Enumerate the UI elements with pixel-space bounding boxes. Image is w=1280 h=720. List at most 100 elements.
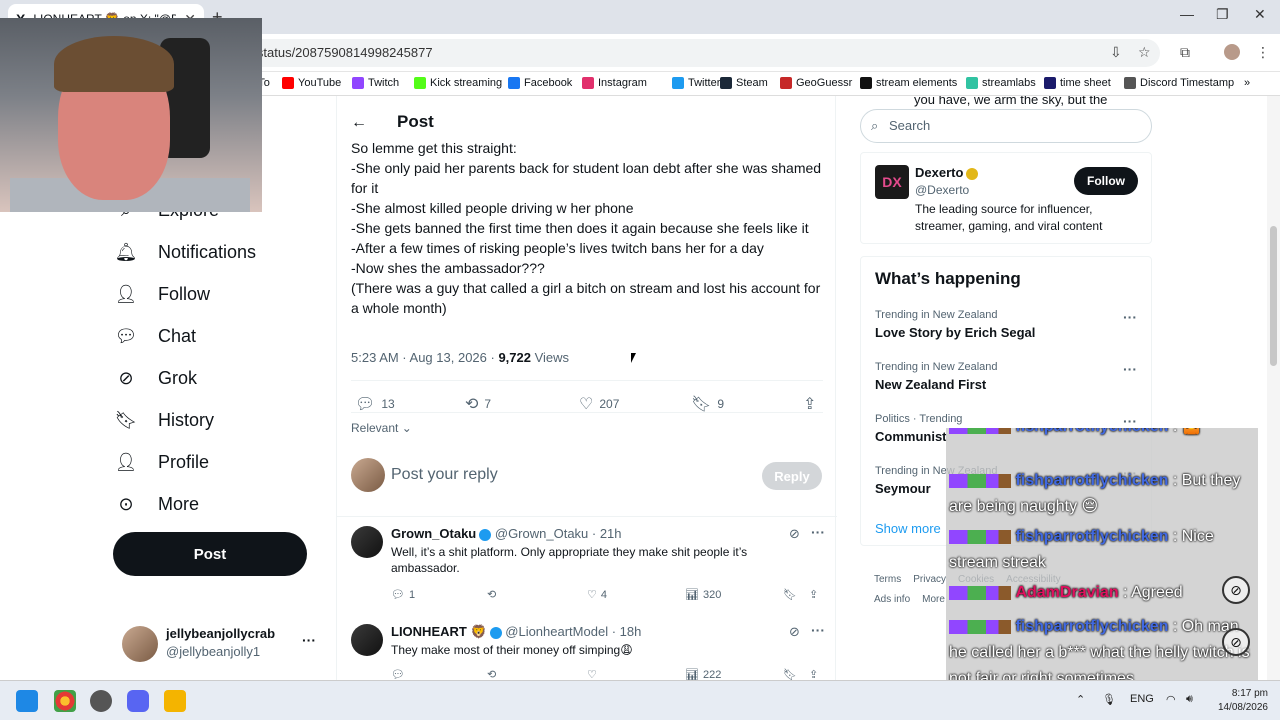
bookmark-item[interactable]: Steam (720, 77, 768, 89)
grok-icon[interactable]: ⊘ (789, 526, 800, 542)
reply-button[interactable]: Reply (762, 462, 822, 490)
nav-item-follow[interactable]: 👤︎ Follow (112, 284, 210, 305)
microphone-icon[interactable]: 🎙︎ (1102, 693, 1116, 706)
bookmark-item[interactable]: Facebook (508, 77, 572, 89)
repost-action[interactable]: ⟲ 7 (465, 394, 491, 414)
reply-action[interactable]: 💬︎ 1 (391, 588, 415, 602)
volume-icon[interactable]: 🔊︎ (1186, 693, 1193, 706)
reply-author[interactable]: Grown_Otaku @Grown_Otaku · 21h (391, 526, 622, 541)
install-app-icon[interactable]: ⇩ (1110, 44, 1122, 61)
discord-icon[interactable] (127, 690, 149, 712)
more-dots-icon[interactable]: ··· (811, 622, 825, 638)
bookmark-item[interactable]: Twitter (672, 77, 720, 89)
show-more-link[interactable]: Show more (875, 521, 941, 536)
avatar[interactable] (351, 526, 383, 558)
count: 222 (702, 668, 722, 681)
bookmark-item[interactable]: Kick streaming (414, 77, 502, 89)
footer-link[interactable]: More (922, 594, 945, 605)
sort-dropdown[interactable]: Relevant ⌄ (351, 421, 412, 435)
post-timestamp[interactable]: 5:23 AM · Aug 13, 2026 · (351, 350, 498, 365)
nav-item-more[interactable]: ⊙ More (112, 494, 199, 515)
bookmark-item[interactable]: time sheet (1044, 77, 1111, 89)
like-action[interactable]: ♡ 207 (579, 394, 619, 414)
views-action[interactable]: 📊︎ 320 (685, 588, 721, 602)
post-line: (There was a guy that called a girl a bi… (351, 280, 821, 316)
more-dots-icon[interactable]: ··· (302, 632, 316, 648)
repost-icon: ⟲ (465, 396, 479, 413)
bookmark-action[interactable]: 🔖︎ 9 (691, 394, 724, 414)
nav-item-notifications[interactable]: 🔔︎ Notifications (112, 242, 256, 263)
chat-message: fishparrotflychicken : Oh man he called … (949, 614, 1255, 680)
system-clock[interactable]: 8:17 pm 14/08/2026 (1206, 687, 1268, 715)
chat-message: fishparrotflychicken : 🤷 (949, 428, 1255, 440)
url-field[interactable]: lionheartModel/status/208759081499824587… (140, 39, 1160, 67)
dexerto-logo-icon[interactable]: DX (875, 165, 909, 199)
grok-icon[interactable]: ⊘ (789, 624, 800, 640)
chat-badges-icon (949, 473, 1011, 488)
bookmark-item[interactable]: YouTube (282, 77, 341, 89)
avatar (351, 458, 385, 492)
chat-username: fishparrotflychicken (1015, 528, 1169, 545)
bookmark-item[interactable]: stream elements (860, 77, 957, 89)
reply-author[interactable]: LIONHEART 🦁 @LionheartModel · 18h (391, 624, 641, 640)
chat-message: fishparrotflychicken : But they are bein… (949, 468, 1255, 520)
account-switcher[interactable]: jellybeanjollycrab @jellybeanjolly1 ··· (122, 624, 332, 664)
heart-action[interactable]: ♡ 4 (587, 588, 607, 602)
divider (337, 516, 837, 517)
windows-start-icon[interactable] (16, 690, 38, 712)
more-dots-icon[interactable]: ··· (1123, 361, 1137, 377)
trend-item[interactable]: Trending in New Zealand Love Story by Eri… (875, 309, 1145, 340)
back-arrow-icon[interactable]: ← (351, 114, 367, 132)
menu-kebab-icon[interactable]: ⋮ (1256, 44, 1270, 61)
share-icon[interactable]: ⇪ (809, 588, 818, 601)
chevron-down-icon: ⌄ (401, 421, 412, 435)
page-scrollbar[interactable] (1267, 96, 1280, 680)
avatar[interactable] (351, 624, 383, 656)
bookmark-favicon-icon (672, 77, 684, 89)
more-dots-icon[interactable]: ··· (811, 524, 825, 540)
follow-button[interactable]: Follow (1074, 167, 1138, 195)
trend-item[interactable]: Trending in New Zealand New Zealand First… (875, 361, 1145, 392)
nav-item-grok[interactable]: ⊘ Grok (112, 368, 197, 389)
bookmark-item[interactable]: Twitch (352, 77, 399, 89)
share-icon: ⇪ (803, 396, 817, 413)
chrome-icon[interactable] (54, 690, 76, 712)
more-dots-icon[interactable]: ··· (1123, 413, 1137, 429)
profile-avatar-icon[interactable] (1224, 44, 1240, 60)
extensions-icon[interactable]: ⧉ (1180, 44, 1190, 61)
wifi-icon[interactable]: ◠ (1166, 693, 1176, 706)
nav-item-history[interactable]: 🔖︎ History (112, 410, 214, 431)
search-input[interactable]: ⌕ Search (860, 109, 1152, 143)
bookmark-item[interactable]: streamlabs (966, 77, 1036, 89)
minimize-icon[interactable]: — (1180, 6, 1194, 22)
profile-name[interactable]: Dexerto (915, 165, 979, 180)
footer-link[interactable]: Terms (874, 574, 901, 585)
bookmark-star-icon[interactable]: ☆ (1138, 44, 1151, 61)
footer-link[interactable]: Ads info (874, 594, 910, 605)
bookmark-icon[interactable]: 🔖︎ (783, 588, 797, 601)
language-indicator[interactable]: ENG (1130, 693, 1154, 705)
footer-link[interactable]: Privacy (913, 574, 946, 585)
bookmarks-overflow-icon[interactable]: » (1244, 77, 1250, 89)
nav-item-chat[interactable]: 💬︎ Chat (112, 326, 196, 347)
repost-action[interactable]: ⟲ (487, 588, 500, 601)
file-explorer-icon[interactable] (164, 690, 186, 712)
scrollbar-thumb[interactable] (1270, 226, 1277, 366)
bookmark-item[interactable]: Discord Timestamp (1124, 77, 1234, 89)
sort-label: Relevant (351, 421, 399, 435)
heart-icon: ♡ (579, 396, 594, 413)
post-button[interactable]: Post (113, 532, 307, 576)
obs-icon[interactable] (90, 690, 112, 712)
nav-item-profile[interactable]: 👤︎ Profile (112, 452, 209, 473)
bookmark-item[interactable]: GeoGuessr (780, 77, 852, 89)
restore-icon[interactable]: ❐ (1216, 6, 1229, 23)
close-window-icon[interactable]: ✕ (1254, 6, 1266, 23)
reply-action[interactable]: 💬︎ 13 (355, 394, 395, 414)
share-action[interactable]: ⇪ (803, 394, 816, 414)
reply-input[interactable]: Post your reply (391, 466, 498, 484)
taskbar: ⌃ 🎙︎ ENG ◠ 🔊︎ 8:17 pm 14/08/2026 (0, 680, 1280, 720)
bookmark-item[interactable]: Instagram (582, 77, 647, 89)
tray-chevron-icon[interactable]: ⌃ (1076, 693, 1085, 706)
bookmark-favicon-icon (508, 77, 520, 89)
more-dots-icon[interactable]: ··· (1123, 309, 1137, 325)
